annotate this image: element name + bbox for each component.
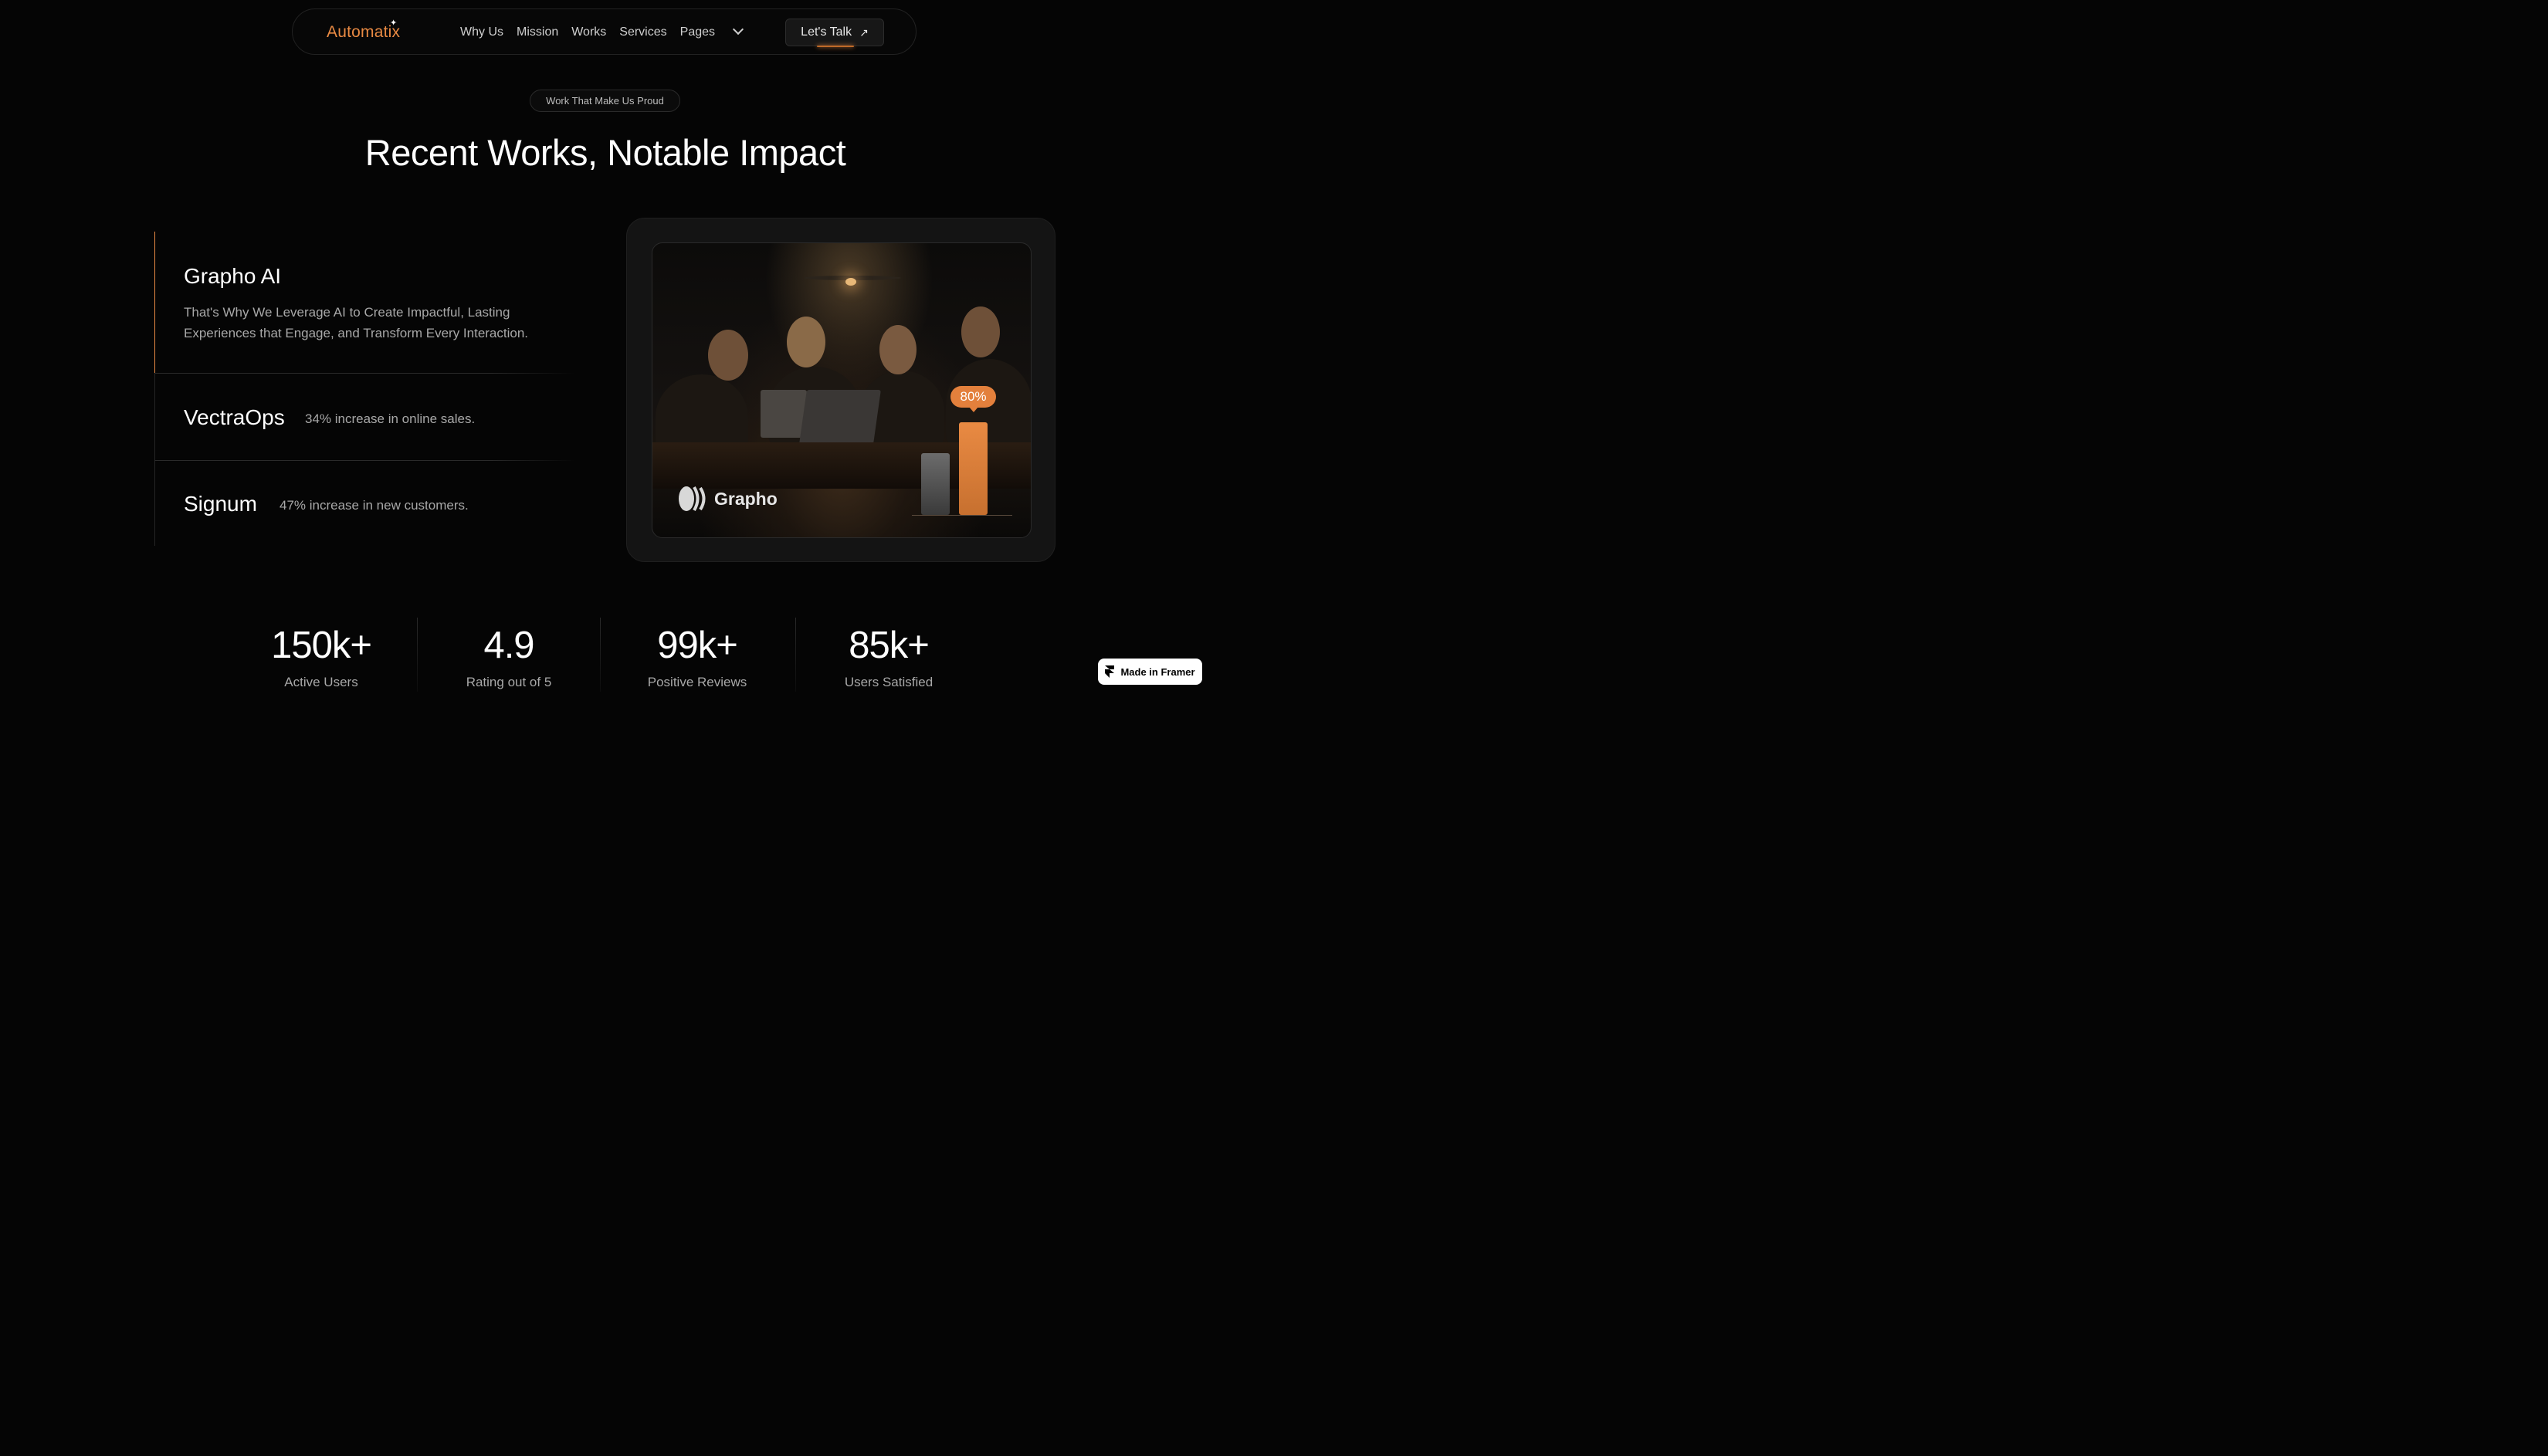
nav-link-pages[interactable]: Pages [679,23,755,39]
showcase-card: 80% Grapho [626,218,1055,562]
top-navbar: Automatix ✦ Why Us Mission Works Service… [292,8,917,55]
chart-bar-after [959,422,988,515]
section-tag: Work That Make Us Proud [530,90,680,112]
made-in-framer-badge[interactable]: Made in Framer [1098,659,1202,685]
section-heading: Recent Works, Notable Impact [364,132,846,173]
lets-talk-button[interactable]: Let's Talk ↗ [785,19,884,47]
logo[interactable]: Automatix ✦ [327,19,401,42]
sparkle-icon: ✦ [390,19,398,28]
team-photo: 80% Grapho [652,242,1032,538]
work-title: Signum [184,492,257,516]
person-head [787,317,825,367]
work-title: Grapho AI [184,264,282,288]
chevron-down-icon [732,23,744,36]
work-stat: 47% increase in new customers. [280,498,469,513]
nav-link-works[interactable]: Works [571,25,606,39]
nav-link-services[interactable]: Services [619,25,666,39]
nav-link-pages-label: Pages [679,25,716,39]
laptop [799,390,881,444]
nav-link-why-us[interactable]: Why Us [460,25,503,39]
stat-positive-reviews: 99k+ Positive Reviews [620,624,774,690]
brand-name: Grapho [714,489,778,509]
stat-rating: 4.9 Rating out of 5 [432,624,586,690]
arrow-up-right-icon: ↗ [859,25,869,39]
nav-links: Why Us Mission Works Services Pages [460,23,768,39]
person-head [961,306,1000,357]
framer-icon [1105,665,1115,678]
work-description: That's Why We Leverage AI to Create Impa… [184,305,529,340]
stat-label: Rating out of 5 [466,675,552,689]
work-title: VectraOps [184,405,285,429]
grapho-logo-icon [679,486,706,512]
stat-label: Users Satisfied [844,675,933,689]
stat-value: 4.9 [483,625,534,666]
chart-baseline [912,515,1012,516]
laptop [761,390,807,438]
button-glow [817,46,854,47]
person-head [879,325,917,374]
logo-text: Automatix [327,23,401,41]
lamp-bulb [845,278,856,286]
stat-value: 150k+ [271,625,372,666]
stat-value: 99k+ [657,625,738,666]
framer-badge-label: Made in Framer [1120,665,1195,678]
stat-label: Positive Reviews [647,675,747,689]
lets-talk-label: Let's Talk [801,25,852,39]
stat-active-users: 150k+ Active Users [244,624,398,690]
stat-divider [600,618,601,692]
divider [154,460,575,461]
badge-pointer [969,407,978,412]
person-head [708,330,748,381]
divider [154,373,575,374]
works-list: Grapho AI That's Why We Leverage AI to C… [154,232,575,546]
work-stat: 34% increase in online sales. [305,411,476,426]
stat-users-satisfied: 85k+ Users Satisfied [811,624,966,690]
works-active-indicator [154,232,155,373]
stat-label: Active Users [284,675,358,689]
nav-link-mission[interactable]: Mission [517,25,558,39]
stat-divider [417,618,418,692]
chart-bar-before [921,453,950,515]
percentage-badge: 80% [950,386,996,408]
stat-value: 85k+ [849,625,930,666]
stat-divider [795,618,796,692]
